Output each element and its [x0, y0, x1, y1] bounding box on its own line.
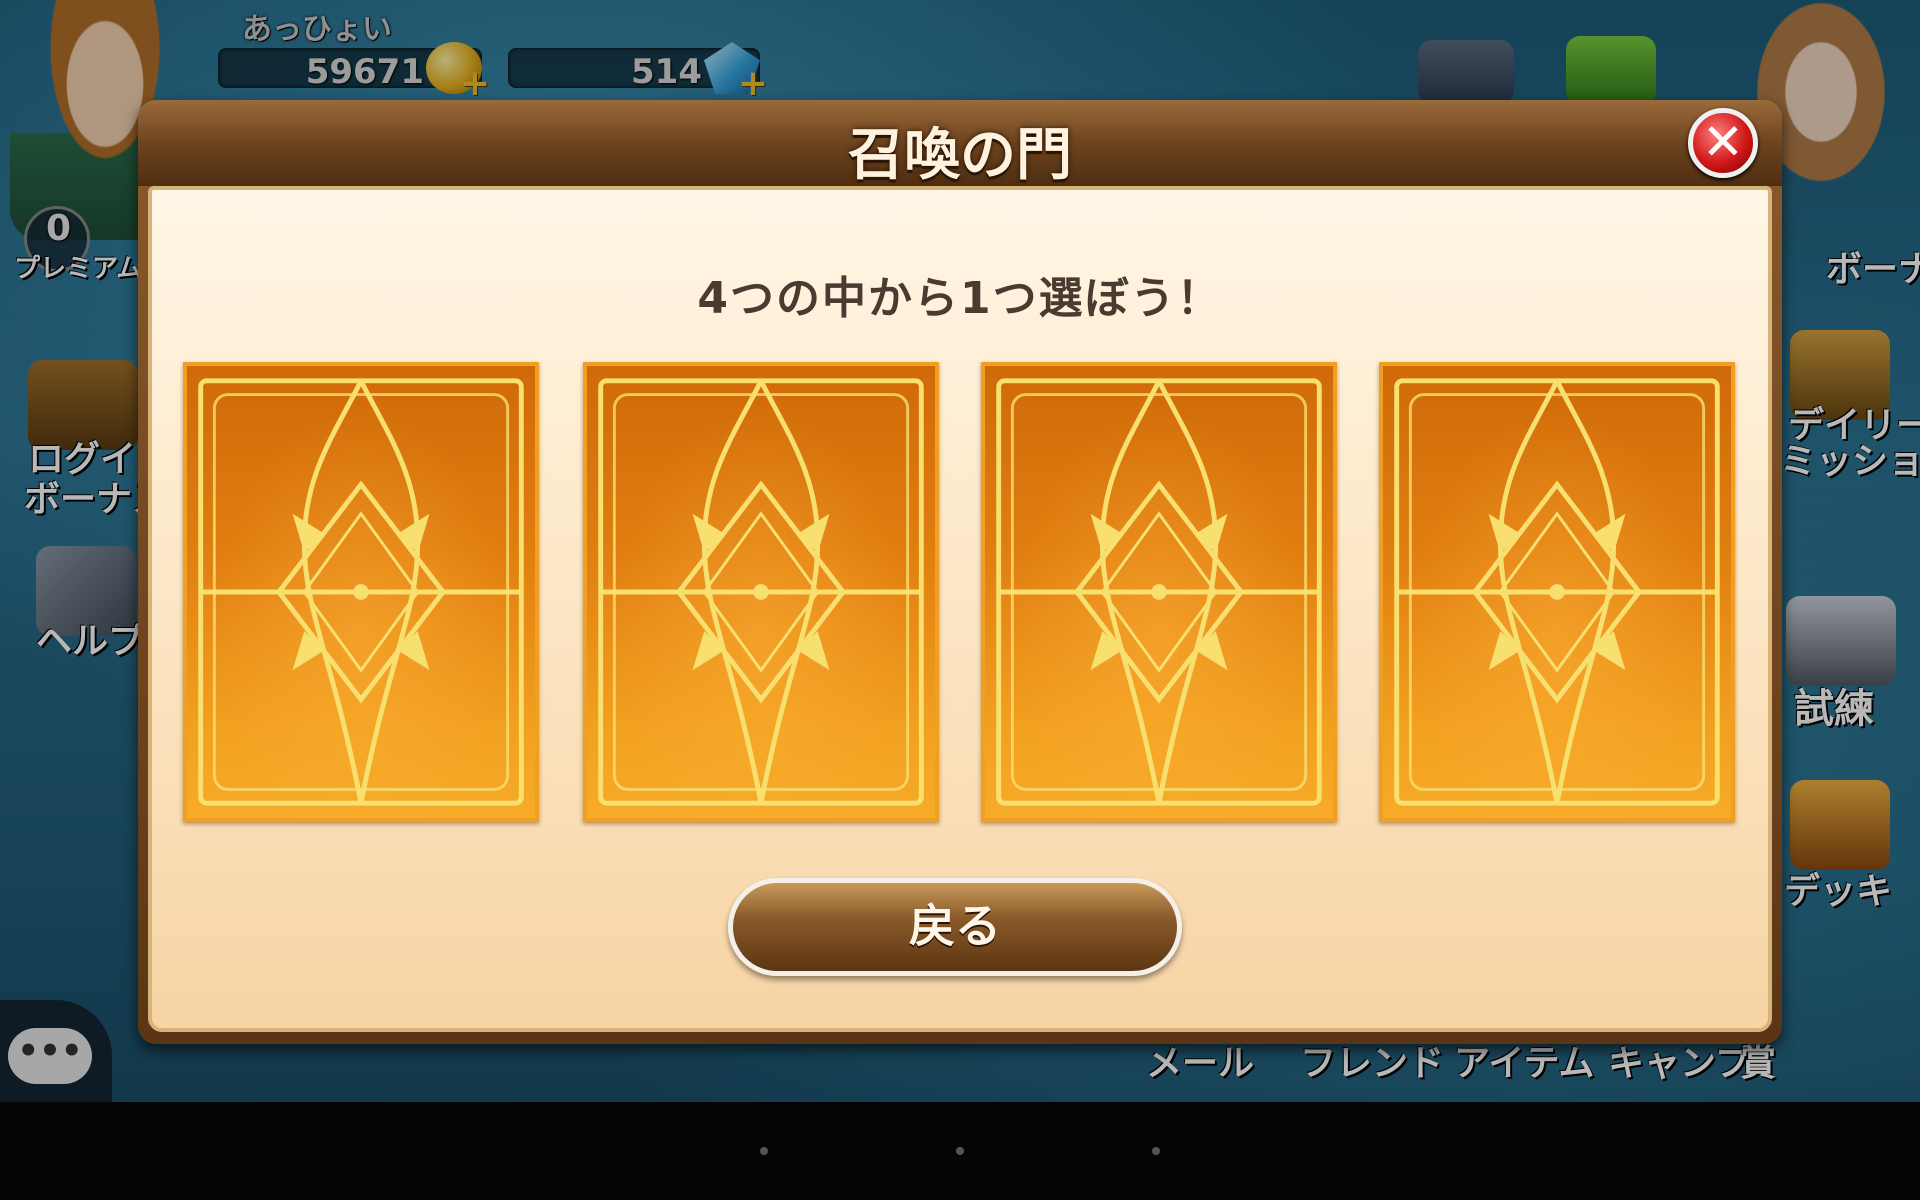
summon-card-2[interactable]	[583, 362, 939, 822]
instruction-text: 4つの中から1つ選ぼう！	[697, 273, 1223, 324]
summon-gate-dialog: 召喚の門 ✕ 4つの中から1つ選ぼう！ 戻る	[138, 100, 1782, 1044]
game-screen: あっひょい 59671 + 514 + 0 プレミアム ログイン ボーナス ヘル…	[0, 0, 1920, 1102]
summon-card-4[interactable]	[1379, 362, 1735, 822]
dialog-title-bar: 召喚の門	[138, 100, 1782, 188]
card-ornament-icon	[198, 378, 524, 806]
card-ornament-icon	[598, 378, 924, 806]
summon-card-1[interactable]	[183, 362, 539, 822]
summon-card-3[interactable]	[981, 362, 1337, 822]
card-ornament-icon	[1394, 378, 1720, 806]
nav-back-icon[interactable]	[760, 1147, 768, 1155]
system-nav-bar	[0, 1102, 1920, 1200]
close-button[interactable]: ✕	[1688, 108, 1758, 178]
back-button[interactable]: 戻る	[728, 878, 1182, 976]
card-ornament-icon	[996, 378, 1322, 806]
nav-recent-icon[interactable]	[1152, 1147, 1160, 1155]
dialog-title: 召喚の門	[848, 123, 1072, 188]
nav-home-icon[interactable]	[956, 1147, 964, 1155]
